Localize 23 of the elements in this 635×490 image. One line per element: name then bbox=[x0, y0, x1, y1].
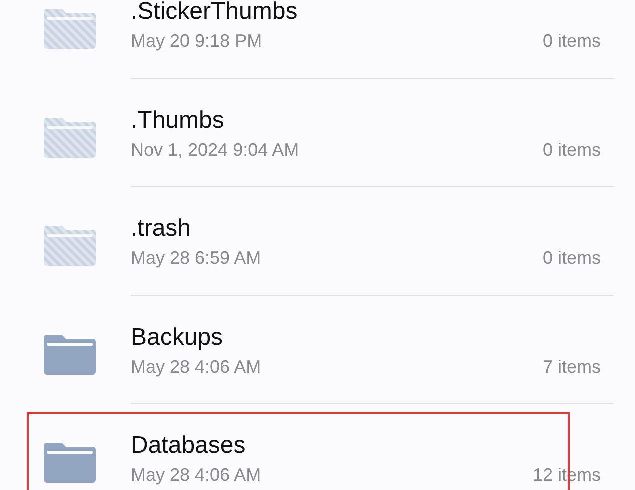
folder-row[interactable]: .trash May 28 6:59 AM 0 items bbox=[0, 187, 635, 296]
folder-row[interactable]: .Thumbs Nov 1, 2024 9:04 AM 0 items bbox=[0, 78, 635, 187]
folder-icon bbox=[44, 443, 96, 484]
folder-row[interactable]: .StickerThumbs May 20 9:18 PM 0 items bbox=[0, 0, 635, 78]
folder-name: .trash bbox=[131, 215, 192, 243]
folder-row[interactable]: Backups May 28 4:06 AM 7 items bbox=[0, 296, 635, 404]
folder-name: Databases bbox=[131, 432, 246, 460]
item-count: 0 items bbox=[542, 30, 601, 52]
modified-date: May 28 4:06 AM bbox=[131, 464, 262, 486]
folder-icon bbox=[44, 334, 96, 375]
folder-name: Backups bbox=[131, 324, 224, 352]
folder-icon bbox=[44, 118, 96, 158]
folder-icon bbox=[44, 9, 96, 50]
item-count: 0 items bbox=[542, 138, 601, 160]
modified-date: May 20 9:18 PM bbox=[131, 30, 262, 52]
folder-name: .Thumbs bbox=[131, 106, 224, 134]
modified-date: May 28 4:06 AM bbox=[131, 356, 262, 378]
item-count: 7 items bbox=[542, 356, 601, 378]
folder-name: .StickerThumbs bbox=[131, 0, 298, 26]
modified-date: May 28 6:59 AM bbox=[131, 247, 262, 269]
folder-icon bbox=[44, 226, 96, 266]
item-count: 0 items bbox=[542, 247, 601, 269]
modified-date: Nov 1, 2024 9:04 AM bbox=[131, 138, 300, 160]
